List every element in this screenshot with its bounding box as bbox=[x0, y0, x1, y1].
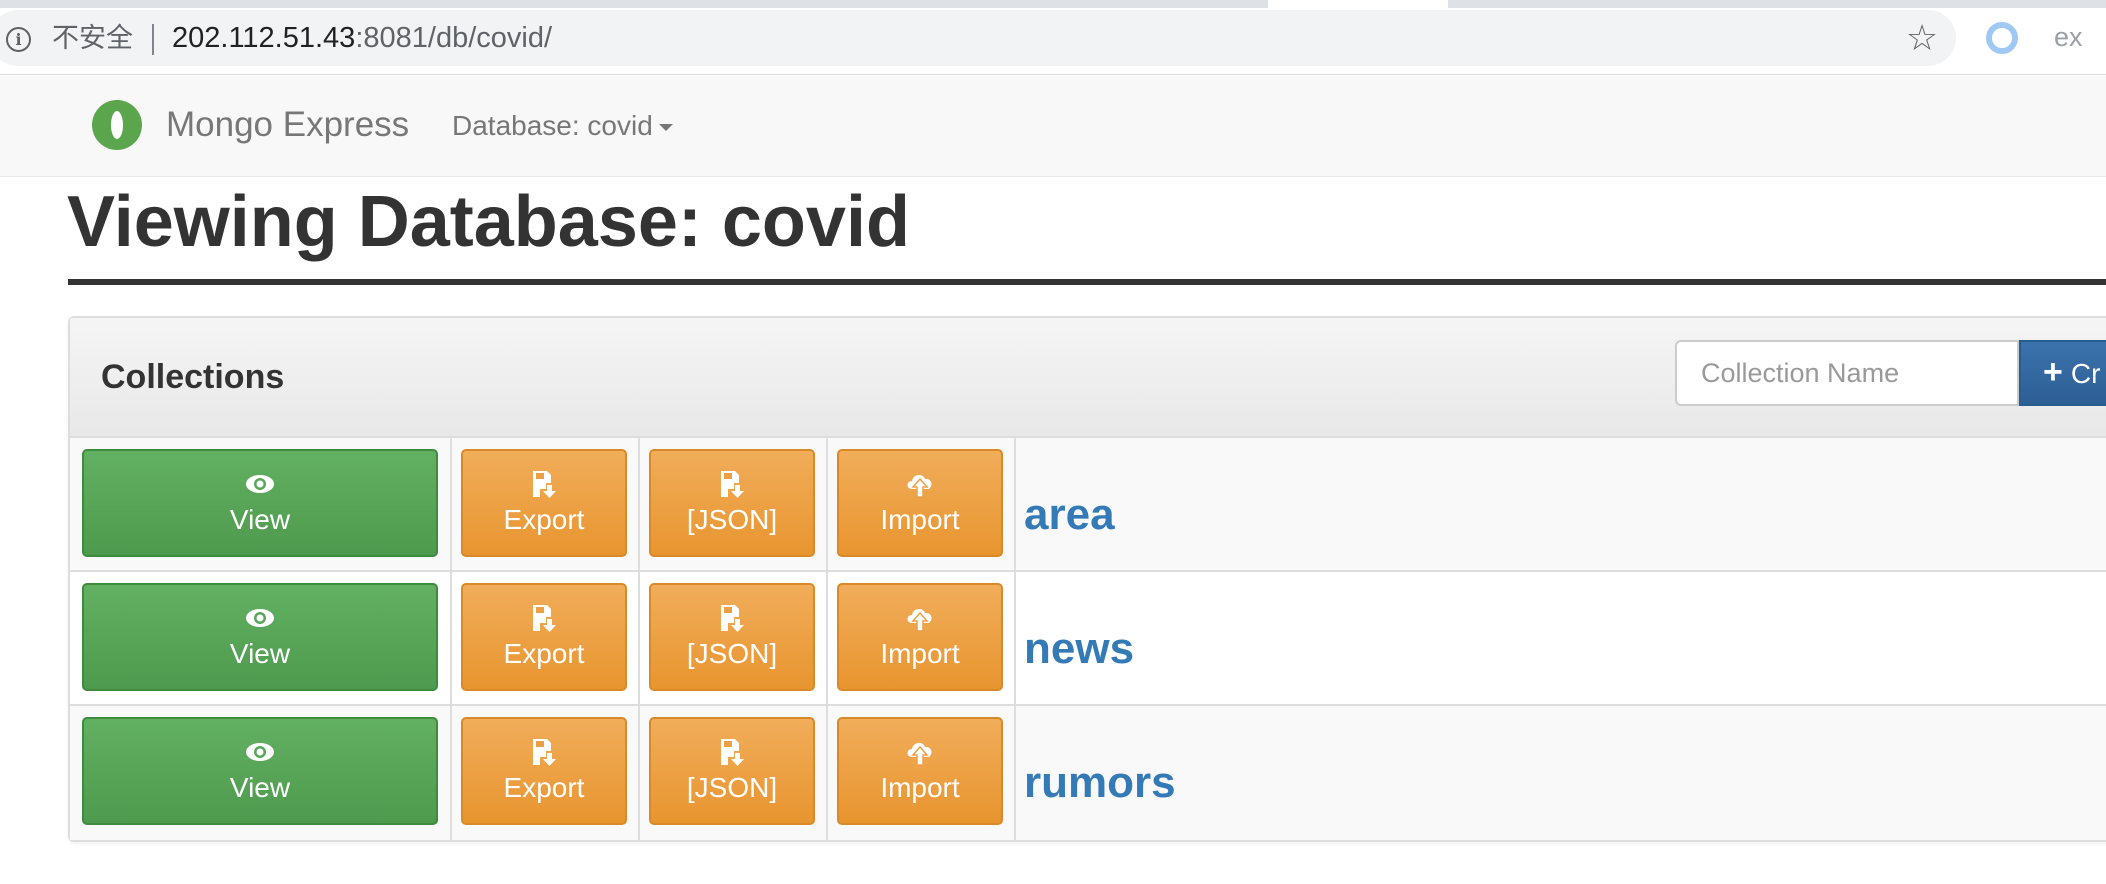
page-title: Viewing Database: covid bbox=[67, 182, 910, 262]
export-button[interactable]: Export bbox=[461, 583, 627, 691]
floppy-download-icon bbox=[533, 605, 556, 632]
cell-divider bbox=[1014, 572, 1016, 704]
brand-link[interactable]: Mongo Express bbox=[166, 104, 409, 146]
cell-divider bbox=[638, 706, 640, 840]
cell-divider bbox=[638, 572, 640, 704]
cell-divider bbox=[826, 572, 828, 704]
collection-name-link[interactable]: rumors bbox=[1024, 756, 1176, 810]
create-collection-button[interactable]: + Cr bbox=[2019, 340, 2106, 406]
cell-divider bbox=[450, 706, 452, 840]
view-label: View bbox=[229, 772, 291, 803]
cloud-upload-icon bbox=[907, 743, 932, 766]
mongo-leaf-icon[interactable] bbox=[92, 100, 142, 150]
view-label: View bbox=[229, 504, 291, 535]
json-label: [JSON] bbox=[686, 772, 778, 803]
database-dropdown-label: Database: covid bbox=[452, 110, 653, 141]
cell-divider bbox=[450, 572, 452, 704]
export-label: Export bbox=[503, 772, 585, 803]
export-label: Export bbox=[503, 638, 585, 669]
collection-name-link[interactable]: news bbox=[1024, 622, 1134, 676]
create-collection-label: Cr bbox=[2070, 358, 2101, 389]
url-host: 202.112.51.43 bbox=[172, 22, 356, 54]
active-tab-edge bbox=[1268, 0, 1448, 8]
collection-row: View Export [JSON] Import bbox=[70, 706, 2106, 840]
eye-icon bbox=[246, 609, 274, 627]
security-status[interactable]: 不安全 bbox=[52, 22, 133, 56]
panel-title: Collections bbox=[101, 358, 285, 396]
cell-divider bbox=[826, 438, 828, 570]
view-button[interactable]: View bbox=[82, 717, 438, 825]
json-label: [JSON] bbox=[686, 504, 778, 535]
cell-divider bbox=[1014, 706, 1016, 840]
export-json-button[interactable]: [JSON] bbox=[649, 449, 815, 557]
plus-icon: + bbox=[2043, 353, 2063, 391]
database-dropdown[interactable]: Database: covid bbox=[452, 109, 673, 143]
import-button[interactable]: Import bbox=[837, 583, 1003, 691]
panel-heading: Collections +Cr bbox=[70, 318, 2106, 438]
floppy-download-icon bbox=[721, 739, 744, 766]
collection-name-link[interactable]: area bbox=[1024, 488, 1115, 542]
json-label: [JSON] bbox=[686, 638, 778, 669]
collection-row: View Export [JSON] Import bbox=[70, 438, 2106, 572]
import-label: Import bbox=[880, 504, 960, 535]
import-label: Import bbox=[880, 638, 960, 669]
browser-toolbar: i 不安全 202.112.51.43:8081/db/covid/ ☆ ex bbox=[0, 0, 2106, 75]
floppy-download-icon bbox=[721, 605, 744, 632]
url-path: :8081/db/covid/ bbox=[355, 22, 553, 54]
collection-row: View Export [JSON] Import bbox=[70, 572, 2106, 706]
eye-icon bbox=[246, 743, 274, 761]
info-icon[interactable]: i bbox=[6, 27, 31, 52]
export-json-button[interactable]: [JSON] bbox=[649, 717, 815, 825]
cell-divider bbox=[450, 438, 452, 570]
export-json-button[interactable]: [JSON] bbox=[649, 583, 815, 691]
cloud-upload-icon bbox=[907, 475, 932, 498]
import-button[interactable]: Import bbox=[837, 717, 1003, 825]
caret-down-icon bbox=[658, 124, 673, 132]
extension-label[interactable]: ex bbox=[2054, 20, 2083, 54]
tab-strip bbox=[0, 0, 2106, 8]
url-text[interactable]: 202.112.51.43:8081/db/covid/ bbox=[172, 20, 552, 56]
view-label: View bbox=[229, 638, 291, 669]
view-button[interactable]: View bbox=[82, 583, 438, 691]
floppy-download-icon bbox=[533, 739, 556, 766]
import-label: Import bbox=[880, 772, 960, 803]
collections-panel: Collections +Cr View Export bbox=[68, 316, 2106, 842]
extension-icon[interactable] bbox=[1986, 22, 2018, 54]
cell-divider bbox=[1014, 438, 1016, 570]
export-button[interactable]: Export bbox=[461, 449, 627, 557]
eye-icon bbox=[246, 475, 274, 493]
bookmark-star-icon[interactable]: ☆ bbox=[1904, 18, 1940, 58]
cloud-upload-icon bbox=[907, 609, 932, 632]
navbar: Mongo Express Database: covid bbox=[0, 76, 2106, 177]
cell-divider bbox=[826, 706, 828, 840]
viewport: i 不安全 202.112.51.43:8081/db/covid/ ☆ ex … bbox=[0, 0, 2106, 884]
export-button[interactable]: Export bbox=[461, 717, 627, 825]
view-button[interactable]: View bbox=[82, 449, 438, 557]
import-button[interactable]: Import bbox=[837, 449, 1003, 557]
title-divider bbox=[68, 279, 2106, 285]
address-divider bbox=[152, 24, 154, 55]
collection-name-input[interactable] bbox=[1675, 340, 2019, 406]
export-label: Export bbox=[503, 504, 585, 535]
floppy-download-icon bbox=[533, 471, 556, 498]
cell-divider bbox=[638, 438, 640, 570]
collections-table: View Export [JSON] Import area View Expo… bbox=[70, 438, 2106, 840]
floppy-download-icon bbox=[721, 471, 744, 498]
